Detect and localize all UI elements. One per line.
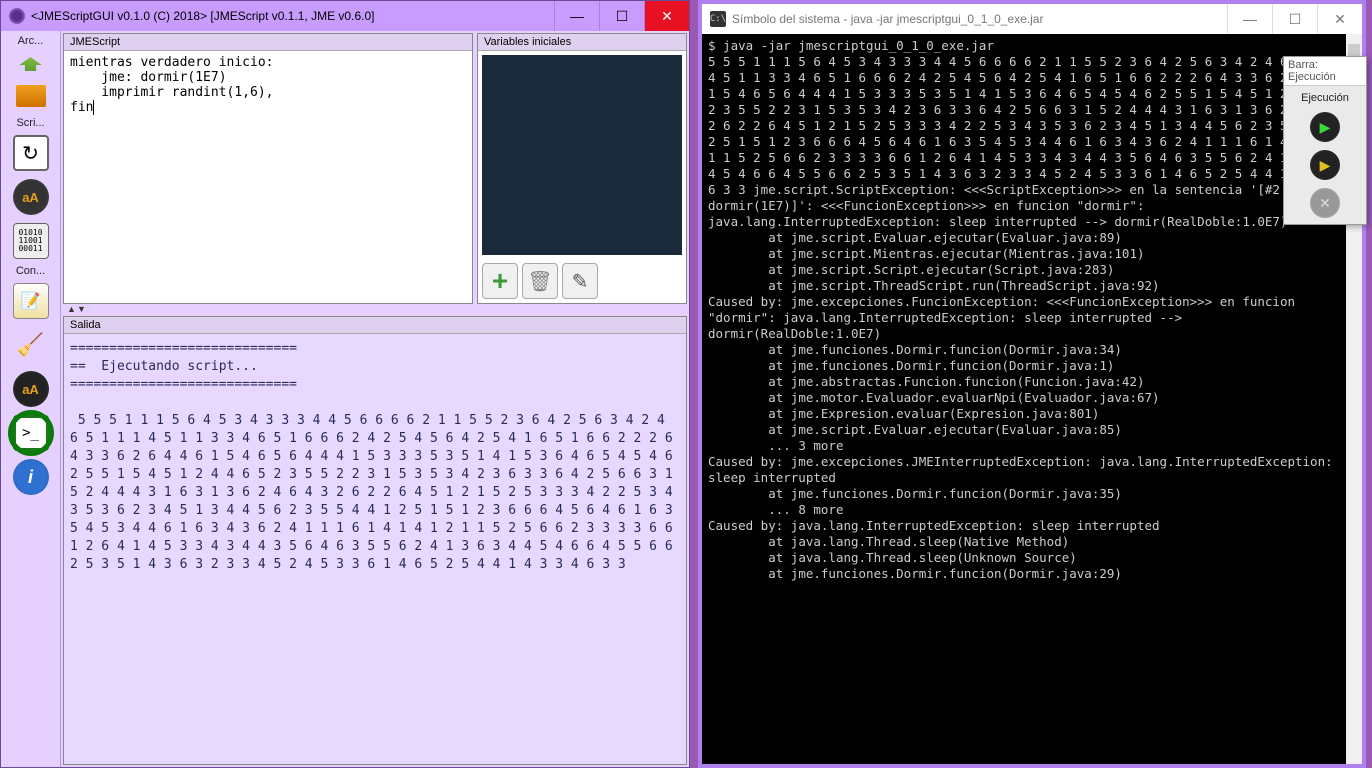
maximize-button[interactable] (599, 1, 644, 31)
document-icon[interactable]: 📝 (13, 283, 49, 319)
cmd-icon: C:\ (710, 11, 726, 27)
toolbar-section-console: Con... (16, 265, 45, 277)
console-maximize-button[interactable] (1272, 4, 1317, 34)
font-icon[interactable]: aA (13, 179, 49, 215)
execution-toolbar[interactable]: Barra: Ejecución Ejecución ▶ ▶ ✕ (1283, 56, 1367, 225)
close-button[interactable] (644, 1, 689, 31)
run-button[interactable]: ▶ (1310, 112, 1340, 142)
output-text[interactable]: ============================= == Ejecuta… (64, 334, 686, 764)
window-title: <JMEScriptGUI v0.1.0 (C) 2018> [JMEScrip… (31, 9, 374, 23)
splitter[interactable] (61, 306, 689, 314)
variables-panel: Variables iniciales + 🗑 ✎ (477, 33, 687, 304)
left-toolbar: Arc... Scri... ↻ aA 010101100100011 Con.… (1, 31, 61, 767)
toolbar-section-script: Scri... (16, 117, 44, 129)
execution-label: Ejecución (1301, 92, 1349, 104)
vars-canvas[interactable] (482, 55, 682, 255)
console-output[interactable]: $ java -jar jmescriptgui_0_1_0_exe.jar 5… (702, 34, 1362, 764)
console-close-button[interactable] (1317, 4, 1362, 34)
code-editor-panel: JMEScript mientras verdadero inicio: jme… (63, 33, 473, 304)
open-icon[interactable] (17, 57, 45, 77)
folder-icon[interactable] (16, 85, 46, 107)
console-window: C:\ Símbolo del sistema - java -jar jmes… (698, 0, 1366, 768)
code-editor[interactable]: mientras verdadero inicio: jme: dormir(1… (64, 51, 472, 303)
minimize-button[interactable] (554, 1, 599, 31)
vars-panel-title: Variables iniciales (478, 34, 686, 51)
toolbar-section-archive: Arc... (18, 35, 44, 47)
jme-main-window: <JMEScriptGUI v0.1.0 (C) 2018> [JMEScrip… (0, 0, 690, 768)
step-button[interactable]: ▶ (1310, 150, 1340, 180)
script-icon[interactable]: ↻ (13, 135, 49, 171)
console-title: Símbolo del sistema - java -jar jmescrip… (732, 12, 1043, 26)
app-icon (9, 8, 25, 24)
console-icon[interactable]: >_ (13, 415, 49, 451)
info-icon[interactable]: i (13, 459, 49, 495)
output-panel: Salida ============================= == … (63, 316, 687, 765)
console-minimize-button[interactable] (1227, 4, 1272, 34)
code-panel-title: JMEScript (64, 34, 472, 51)
float-toolbar-title[interactable]: Barra: Ejecución (1284, 57, 1366, 86)
output-panel-title: Salida (64, 317, 686, 334)
stop-button[interactable]: ✕ (1310, 188, 1340, 218)
titlebar[interactable]: <JMEScriptGUI v0.1.0 (C) 2018> [JMEScrip… (1, 1, 689, 31)
edit-var-button[interactable]: ✎ (562, 263, 598, 299)
binary-icon[interactable]: 010101100100011 (13, 223, 49, 259)
delete-var-button[interactable]: 🗑 (522, 263, 558, 299)
font2-icon[interactable]: aA (13, 371, 49, 407)
brush-icon[interactable]: 🧹 (13, 327, 49, 363)
add-var-button[interactable]: + (482, 263, 518, 299)
console-titlebar[interactable]: C:\ Símbolo del sistema - java -jar jmes… (702, 4, 1362, 34)
